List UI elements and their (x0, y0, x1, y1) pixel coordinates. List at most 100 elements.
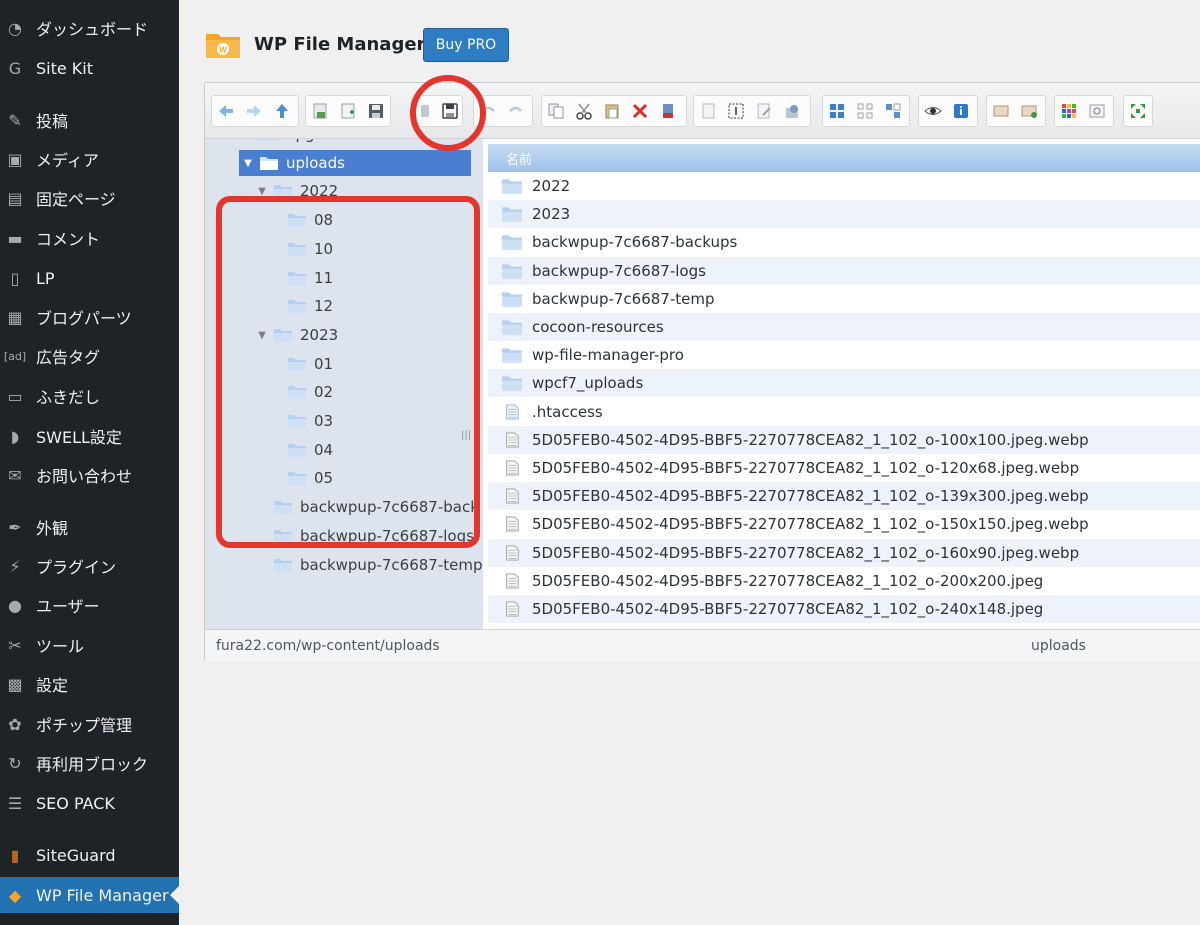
file-row[interactable]: 2023 (488, 200, 1200, 229)
tree-node[interactable]: upgrade (242, 139, 349, 147)
file-row[interactable]: 5D05FEB0-4502-4D95-BBF5-2270778CEA82_1_1… (488, 482, 1200, 511)
status-bar: fura22.com/wp-content/uploads uploads (205, 629, 1200, 661)
sidebar-item-ad[interactable]: [ad] 広告タグ (0, 338, 179, 374)
siteguard-icon: ▮ (10, 845, 20, 865)
sidebar-item-label: ふきだし (36, 388, 101, 407)
file-name: wpcf7_uploads (532, 374, 644, 393)
sidebar-item-label: 外観 (36, 519, 69, 538)
tree-node[interactable]: ▼ uploads (239, 150, 471, 176)
sidebar-item-comment[interactable]: ▬ コメント (0, 220, 179, 256)
archive-icon[interactable] (779, 98, 805, 124)
file-row[interactable]: .htaccess (488, 398, 1200, 426)
caret-down-icon[interactable]: ▼ (256, 186, 268, 197)
sidebar-item-media[interactable]: ▣ メディア (0, 141, 179, 177)
tree-node[interactable]: backwpup-7c6687-temp (256, 552, 483, 578)
forward-icon[interactable] (241, 98, 267, 124)
fullscreen-icon[interactable] (1125, 98, 1151, 124)
sidebar-item-user[interactable]: ● ユーザー (0, 587, 179, 623)
sidebar-item-wrench[interactable]: ✂ ツール (0, 627, 179, 663)
folder-icon (260, 139, 278, 141)
cut-icon[interactable] (571, 98, 597, 124)
sidebar-item-layout[interactable]: ▦ ブログパーツ (0, 299, 179, 335)
file-row[interactable]: backwpup-7c6687-temp (488, 285, 1200, 313)
annotation-circle (410, 75, 486, 151)
sidebar-item-reuse[interactable]: ↻ 再利用ブロック (0, 745, 179, 781)
paw-icon: ✿ (8, 714, 22, 734)
rename-icon[interactable] (723, 98, 749, 124)
file-row[interactable]: 2022 (488, 172, 1200, 200)
annotation-rect (216, 196, 480, 548)
file-row[interactable]: wp-file-manager-pro (488, 341, 1200, 369)
image-file-icon (506, 601, 519, 617)
file-name: 5D05FEB0-4502-4D95-BBF5-2270778CEA82_1_1… (532, 430, 1089, 449)
sidebar-item-settings[interactable]: ▩ 設定 (0, 666, 179, 702)
reuse-icon: ↻ (8, 753, 22, 773)
mkdir-icon[interactable] (307, 98, 333, 124)
file-name: cocoon-resources (532, 318, 664, 336)
resize-icon[interactable] (1056, 98, 1082, 124)
caret-down-icon[interactable]: ▼ (242, 158, 254, 169)
file-row[interactable]: 5D05FEB0-4502-4D95-BBF5-2270778CEA82_1_1… (488, 510, 1200, 538)
buy-pro-button[interactable]: Buy PRO (423, 28, 509, 62)
image-file-icon (506, 460, 519, 476)
help-icon[interactable] (1084, 98, 1110, 124)
sidebar-item-mail[interactable]: ✉ お問い合わせ (0, 457, 179, 493)
sidebar-item-seo[interactable]: ☰ SEO PACK (0, 785, 179, 821)
folder-icon (260, 157, 278, 170)
paste-icon[interactable] (599, 98, 625, 124)
upload-icon[interactable] (1016, 98, 1042, 124)
sidebar-item-paw[interactable]: ✿ ポチップ管理 (0, 706, 179, 742)
sidebar-item-page[interactable]: ▤ 固定ページ (0, 180, 179, 216)
folder-icon (502, 263, 522, 279)
sidebar-item-dashboard[interactable]: ◔ ダッシュボード (0, 10, 179, 46)
edit-icon[interactable] (751, 98, 777, 124)
icons-view-icon[interactable] (824, 98, 850, 124)
sidebar-item-swell[interactable]: ◗ SWELL設定 (0, 418, 179, 454)
file-list: 名前 2022 2023 backwpup-7c6687-backups backwp… (488, 139, 1200, 629)
file-row[interactable]: 5D05FEB0-4502-4D95-BBF5-2270778CEA82_1_1… (488, 425, 1200, 454)
mkfile-icon[interactable] (335, 98, 361, 124)
copy-icon[interactable] (543, 98, 569, 124)
sidebar-item-siteguard[interactable]: ▮ SiteGuard (0, 837, 179, 873)
duplicate-icon[interactable] (695, 98, 721, 124)
sidebar-item-document[interactable]: ▯ LP (0, 260, 179, 296)
view-tools-group (693, 95, 811, 127)
sidebar-item-speech-bubble[interactable]: ▭ ふきだし (0, 378, 179, 414)
delete-icon[interactable] (627, 98, 653, 124)
save-icon[interactable] (363, 98, 389, 124)
file-row[interactable]: backwpup-7c6687-logs (488, 256, 1200, 285)
file-row[interactable]: backwpup-7c6687-backups (488, 228, 1200, 256)
folder-icon (502, 179, 522, 194)
get-info-icon[interactable] (948, 98, 974, 124)
file-name: wp-file-manager-pro (532, 346, 684, 365)
wrench-icon: ✂ (8, 635, 22, 655)
sidebar-item-google-g[interactable]: G Site Kit (0, 50, 179, 86)
image-file-icon (506, 545, 519, 561)
file-row[interactable]: wpcf7_uploads (488, 369, 1200, 398)
sidebar-item-label: WP File Manager (36, 885, 169, 905)
file-group (305, 95, 391, 127)
sort-icon[interactable] (880, 98, 906, 124)
file-row[interactable]: 5D05FEB0-4502-4D95-BBF5-2270778CEA82_1_1… (488, 538, 1200, 567)
file-row[interactable]: cocoon-resources (488, 313, 1200, 341)
preview-icon[interactable] (920, 98, 946, 124)
redo-icon[interactable] (503, 98, 529, 124)
sidebar-item-label: SWELL設定 (36, 428, 122, 447)
file-row[interactable]: 5D05FEB0-4502-4D95-BBF5-2270778CEA82_1_1… (488, 454, 1200, 482)
sidebar-item-label: ユーザー (36, 597, 100, 616)
sidebar-item-plugin[interactable]: ⚡ プラグイン (0, 548, 179, 584)
sidebar-item-pin[interactable]: ✎ 投稿 (0, 102, 179, 138)
empty-icon[interactable] (655, 98, 681, 124)
up-icon[interactable] (269, 98, 295, 124)
sidebar-item-brush[interactable]: ✒ 外観 (0, 509, 179, 545)
sidebar-item-label: LP (36, 268, 55, 288)
download-icon[interactable] (988, 98, 1014, 124)
file-row[interactable]: 5D05FEB0-4502-4D95-BBF5-2270778CEA82_1_1… (488, 595, 1200, 623)
layout-icon: ▦ (7, 307, 23, 327)
settings-icon: ▩ (7, 674, 23, 694)
list-view-icon[interactable] (852, 98, 878, 124)
sidebar-item-wp-file-manager[interactable]: ◆ WP File Manager (0, 877, 179, 913)
column-header-name[interactable]: 名前 (488, 144, 1200, 172)
back-icon[interactable] (213, 98, 239, 124)
file-row[interactable]: 5D05FEB0-4502-4D95-BBF5-2270778CEA82_1_1… (488, 567, 1200, 595)
